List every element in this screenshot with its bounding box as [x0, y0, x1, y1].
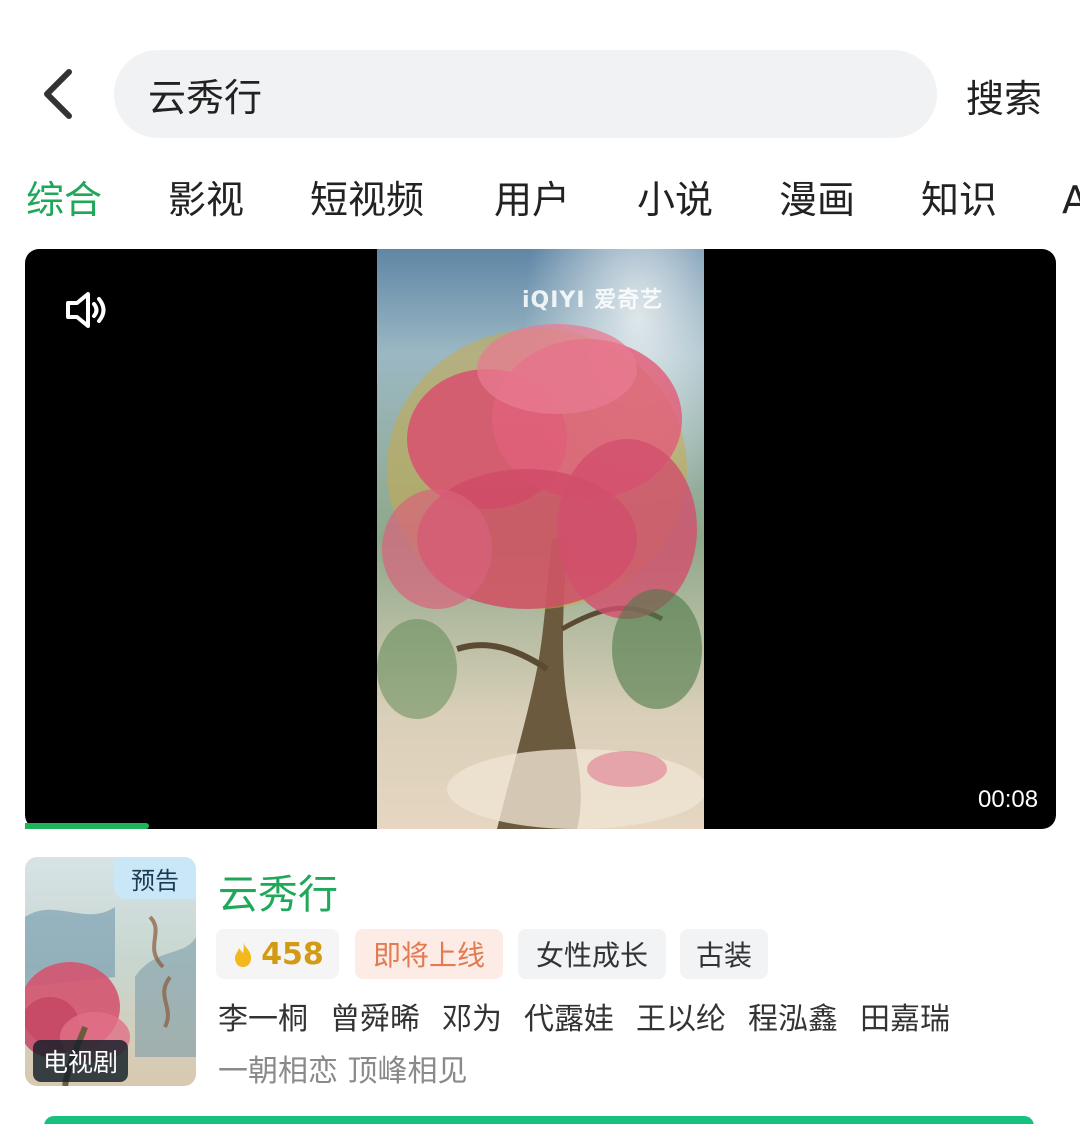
result-title[interactable]: 云秀行: [218, 862, 338, 920]
tab-short-video[interactable]: 短视频: [310, 172, 424, 228]
back-button[interactable]: [30, 62, 86, 126]
cast-member[interactable]: 程泓鑫: [748, 1002, 838, 1037]
category-tabs: 综合 影视 短视频 用户 小说 漫画 知识 A: [0, 172, 1080, 232]
flame-icon: [235, 942, 252, 967]
tab-novels[interactable]: 小说: [637, 172, 713, 228]
video-progress-bar[interactable]: [25, 823, 149, 829]
video-player[interactable]: [25, 249, 1056, 829]
tag-female-growth[interactable]: 女性成长: [518, 929, 666, 979]
speaker-icon[interactable]: [64, 290, 110, 330]
bottom-action-bar[interactable]: [44, 1116, 1034, 1124]
search-button[interactable]: 搜索: [966, 68, 1042, 123]
chevron-left-icon: [44, 69, 72, 119]
tab-comprehensive[interactable]: 综合: [26, 172, 102, 228]
tab-film-tv[interactable]: 影视: [168, 172, 244, 228]
video-watermark: iQIYI 爱奇艺: [522, 288, 664, 313]
result-slogan: 一朝相恋 顶峰相见: [218, 1054, 468, 1089]
tag-coming-soon[interactable]: 即将上线: [355, 929, 503, 979]
search-box[interactable]: [114, 50, 937, 138]
preview-badge: 预告: [114, 857, 196, 899]
tab-users[interactable]: 用户: [494, 172, 570, 228]
heat-value: 458: [261, 936, 324, 972]
cast-member[interactable]: 邓为: [442, 1002, 502, 1037]
cast-list: 李一桐 曾舜晞 邓为 代露娃 王以纶 程泓鑫 田嘉瑞: [218, 994, 972, 1038]
search-input[interactable]: [148, 72, 937, 116]
cast-member[interactable]: 代露娃: [524, 1002, 614, 1037]
tag-costume[interactable]: 古装: [680, 929, 768, 979]
tab-more[interactable]: A: [1062, 172, 1080, 228]
cast-member[interactable]: 田嘉瑞: [860, 1002, 950, 1037]
video-frame-tree-painting: [377, 249, 704, 829]
cast-member[interactable]: 曾舜晞: [330, 1002, 420, 1037]
cast-member[interactable]: 李一桐: [218, 1002, 308, 1037]
video-duration: 00:08: [978, 786, 1039, 813]
tab-comics[interactable]: 漫画: [779, 172, 855, 228]
cast-member[interactable]: 王以纶: [636, 1002, 726, 1037]
content-type-badge: 电视剧: [33, 1040, 129, 1082]
tab-knowledge[interactable]: 知识: [921, 172, 997, 228]
heat-score: 458: [216, 929, 339, 979]
